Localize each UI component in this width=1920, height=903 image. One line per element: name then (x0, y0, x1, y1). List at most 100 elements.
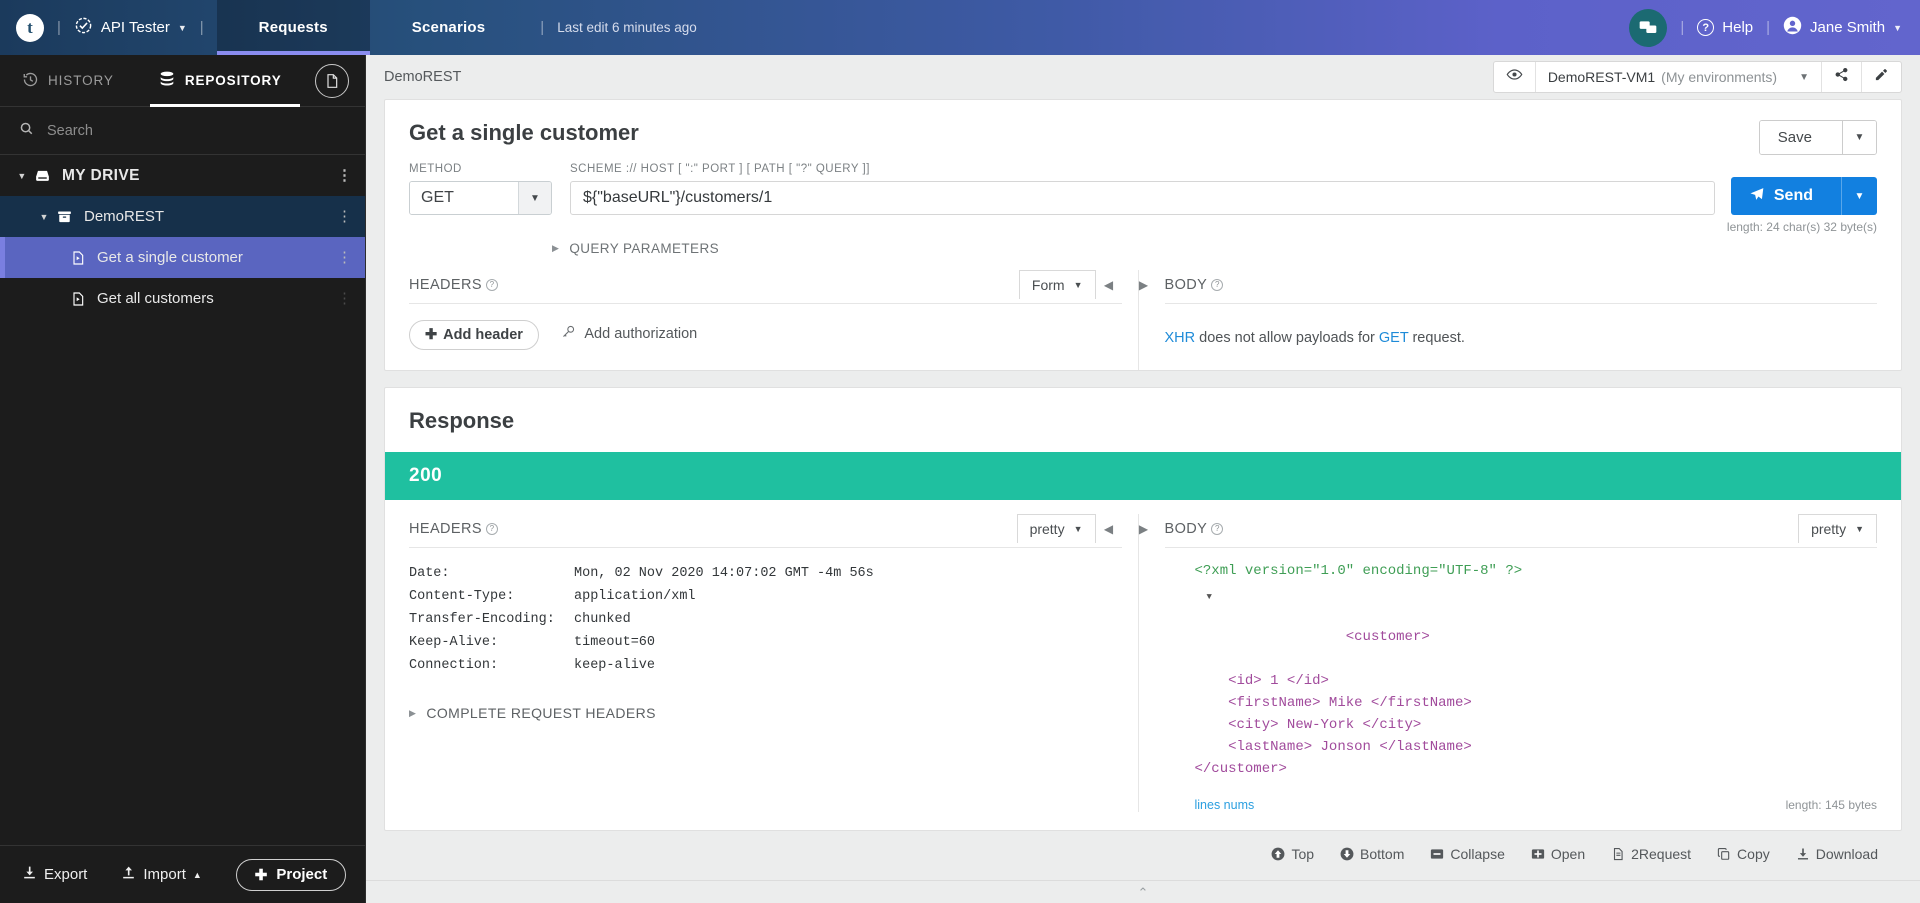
expand-response-right-pane-button[interactable]: ▶ (1131, 522, 1157, 536)
sidebar-footer: Export Import ▲ ✚ Project (0, 845, 365, 903)
copy-button[interactable]: Copy (1717, 846, 1770, 862)
tree-item-get-a-single-customer[interactable]: Get a single customer ⋮ (0, 237, 365, 278)
environment-name: DemoREST-VM1 (1547, 69, 1656, 85)
sidebar-tab-history[interactable]: HISTORY (0, 55, 136, 106)
tree-item-label: Get all customers (97, 290, 214, 307)
environment-scope: (My environments) (1661, 69, 1778, 85)
response-title: Response (409, 408, 515, 433)
collapse-response-left-pane-button[interactable]: ◀ (1096, 522, 1122, 536)
edit-environment-button[interactable] (1861, 62, 1901, 92)
collapse-button[interactable]: Collapse (1430, 846, 1505, 862)
query-parameters-toggle[interactable]: ▶ QUERY PARAMETERS (552, 241, 719, 256)
xhr-link[interactable]: XHR (1165, 330, 1196, 346)
save-button[interactable]: Save (1759, 121, 1842, 154)
response-headers-mode-select[interactable]: pretty ▼ (1016, 514, 1096, 543)
xml-line: ▼ <customer> (1195, 582, 1878, 670)
complete-request-headers-label: COMPLETE REQUEST HEADERS (426, 705, 656, 721)
arrow-down-circle-icon (1340, 847, 1354, 861)
response-body-head: BODY ? pretty ▼ (1164, 514, 1877, 548)
url-input[interactable] (570, 181, 1715, 215)
method-value[interactable]: GET (410, 182, 518, 214)
help-circle-icon[interactable]: ? (1211, 522, 1224, 535)
sidebar-tab-repository-label: REPOSITORY (184, 73, 282, 88)
last-edit-group: | Last edit 6 minutes ago (527, 0, 697, 55)
new-project-button[interactable]: ✚ Project (235, 858, 347, 891)
chevron-up-icon[interactable]: ⌃ (1138, 885, 1149, 901)
scroll-bottom-button[interactable]: Bottom (1340, 846, 1404, 862)
arrow-up-circle-icon (1271, 847, 1285, 861)
breadcrumb[interactable]: DemoREST (384, 69, 461, 85)
environment-visibility-toggle[interactable] (1494, 62, 1535, 92)
headers-mode-value: Form (1031, 277, 1065, 293)
tab-scenarios-label: Scenarios (411, 19, 486, 36)
check-circle-icon (74, 16, 93, 39)
response-card: Response 200 HEADERS ? pretty ▼ ◀ Date: … (384, 387, 1902, 831)
document-icon[interactable] (315, 63, 349, 98)
import-button[interactable]: Import ▲ (121, 865, 202, 884)
help-button[interactable]: ? Help (1697, 19, 1753, 36)
copy-label: Copy (1737, 846, 1770, 862)
help-circle-icon[interactable]: ? (485, 522, 498, 535)
app-logo-icon[interactable]: t (16, 13, 44, 42)
tree-item-get-all-customers[interactable]: Get all customers ⋮ (0, 278, 365, 319)
app-switcher[interactable]: API Tester ▼ (74, 16, 187, 39)
collapse-left-pane-button[interactable]: ◀ (1096, 278, 1122, 292)
add-header-button[interactable]: ✚ Add header (409, 320, 539, 350)
send-dropdown-toggle[interactable]: ▼ (1841, 177, 1877, 215)
download-button[interactable]: Download (1796, 846, 1878, 862)
plus-icon: ✚ (425, 327, 438, 343)
send-icon (1749, 186, 1765, 207)
sidebar-tabs: HISTORY REPOSITORY (0, 55, 365, 107)
response-headers-mode-value: pretty (1029, 521, 1065, 537)
response-body-xml[interactable]: <?xml version="1.0" encoding="UTF-8" ?> … (1165, 548, 1878, 780)
file-copy-icon (1611, 847, 1625, 861)
search-input[interactable] (47, 122, 346, 139)
to-request-button[interactable]: 2Request (1611, 846, 1691, 862)
request-body-label: BODY (1164, 276, 1208, 293)
request-icon (70, 291, 86, 307)
more-options-icon[interactable]: ⋮ (337, 250, 352, 265)
more-options-icon[interactable]: ⋮ (337, 291, 352, 306)
table-row: Transfer-Encoding: chunked (409, 608, 1122, 631)
save-dropdown-toggle[interactable]: ▼ (1842, 121, 1876, 154)
minus-square-icon (1430, 847, 1444, 861)
chevron-down-icon: ▼ (1799, 71, 1809, 83)
chevron-down-icon[interactable]: ▼ (518, 182, 551, 214)
sidebar-search[interactable] (0, 107, 365, 155)
tree-item-my-drive[interactable]: ▼ MY DRIVE ⋮ (0, 155, 365, 196)
user-menu[interactable]: Jane Smith ▼ (1783, 16, 1902, 39)
send-button[interactable]: Send (1731, 177, 1841, 215)
get-link[interactable]: GET (1379, 330, 1409, 346)
top-navigation-bar: t | API Tester ▼ | Requests Scenarios | … (0, 0, 1920, 55)
help-circle-icon[interactable]: ? (485, 278, 498, 291)
fold-toggle-icon[interactable]: ▼ (1207, 586, 1212, 608)
export-button[interactable]: Export (22, 865, 87, 884)
help-circle-icon[interactable]: ? (1211, 278, 1224, 291)
method-select[interactable]: GET ▼ (409, 181, 552, 215)
scroll-top-button[interactable]: Top (1271, 846, 1314, 862)
open-button[interactable]: Open (1531, 846, 1585, 862)
response-body-mode-select[interactable]: pretty ▼ (1798, 514, 1877, 543)
divider: | (199, 19, 204, 36)
expand-right-pane-button[interactable]: ▶ (1131, 278, 1157, 292)
more-options-icon[interactable]: ⋮ (337, 168, 352, 183)
lines-nums-toggle[interactable]: lines nums (1165, 780, 1255, 812)
last-edit-label: Last edit 6 minutes ago (557, 20, 697, 35)
complete-request-headers-toggle[interactable]: ▶ COMPLETE REQUEST HEADERS (409, 705, 656, 721)
add-authorization-button[interactable]: Add authorization (561, 324, 697, 343)
xml-line-6: </customer> (1194, 761, 1287, 777)
environment-dropdown[interactable]: DemoREST-VM1 (My environments) ▼ (1534, 62, 1821, 92)
tab-scenarios[interactable]: Scenarios (370, 0, 528, 55)
chat-icon[interactable] (1629, 8, 1668, 47)
chevron-down-icon[interactable]: ▼ (10, 171, 34, 181)
response-body-label: BODY (1164, 520, 1208, 537)
headers-mode-select[interactable]: Form ▼ (1018, 270, 1096, 299)
share-button[interactable] (1821, 62, 1861, 92)
tab-requests[interactable]: Requests (216, 0, 370, 55)
more-options-icon[interactable]: ⋮ (337, 209, 352, 224)
xml-line-5: <lastName> Jonson </lastName> (1194, 739, 1472, 755)
send-label: Send (1773, 187, 1813, 204)
tree-item-demorest[interactable]: ▼ DemoREST ⋮ (0, 196, 365, 237)
sidebar-tab-repository[interactable]: REPOSITORY (136, 55, 306, 107)
chevron-down-icon[interactable]: ▼ (32, 212, 56, 222)
